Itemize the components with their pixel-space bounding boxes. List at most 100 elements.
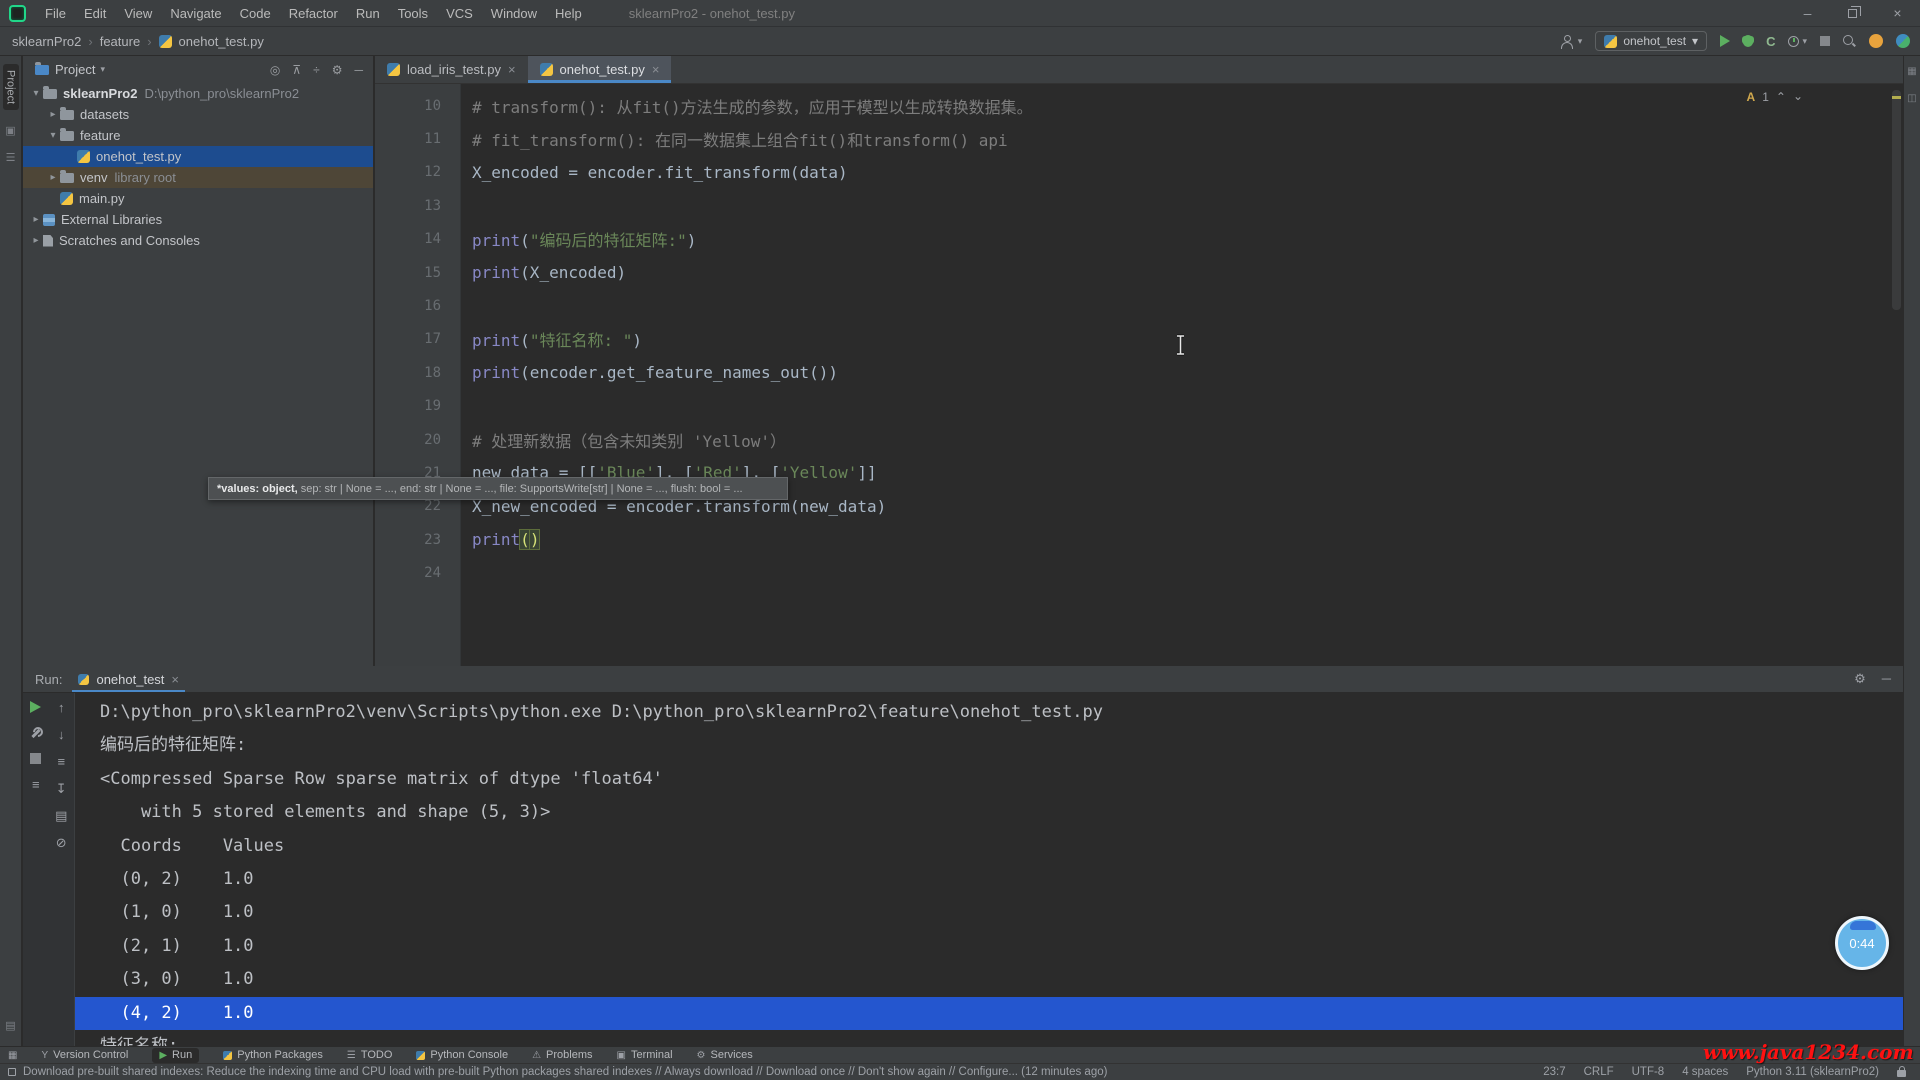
gear-icon[interactable]: ⚙ xyxy=(332,63,343,77)
locate-file-icon[interactable]: ◎ xyxy=(270,63,280,77)
menu-view[interactable]: View xyxy=(115,6,161,21)
tree-item-sklearnpro2[interactable]: ▾sklearnPro2D:\python_pro\sklearnPro2 xyxy=(23,83,373,104)
editor-tab-onehot-test-py[interactable]: onehot_test.py× xyxy=(528,56,672,83)
tree-chevron-icon[interactable]: ▸ xyxy=(29,214,43,225)
console-line[interactable]: 编码后的特征矩阵: xyxy=(75,729,1903,762)
console-line[interactable]: <Compressed Sparse Row sparse matrix of … xyxy=(75,763,1903,796)
modify-run-configuration-icon[interactable] xyxy=(30,727,42,739)
down-stack-icon[interactable]: ↓ xyxy=(58,728,65,741)
tool-window-button-services[interactable]: ⚙Services xyxy=(697,1049,753,1061)
tree-item-onehot-test-py[interactable]: onehot_test.py xyxy=(23,146,373,167)
next-inspection-icon[interactable]: ⌄ xyxy=(1793,89,1803,103)
console-line[interactable]: D:\python_pro\sklearnPro2\venv\Scripts\p… xyxy=(75,696,1903,729)
tree-item-feature[interactable]: ▾feature xyxy=(23,125,373,146)
tree-chevron-icon[interactable]: ▸ xyxy=(46,172,60,183)
tree-chevron-icon[interactable]: ▸ xyxy=(29,235,43,246)
clear-console-icon[interactable]: ⊘ xyxy=(56,836,67,849)
encoding-widget[interactable]: UTF-8 xyxy=(1632,1066,1665,1078)
plugin-teal-icon[interactable] xyxy=(1896,34,1910,48)
tree-chevron-icon[interactable]: ▾ xyxy=(29,88,43,99)
structure-tool-icon[interactable]: ☰ xyxy=(6,151,16,164)
menu-window[interactable]: Window xyxy=(482,6,546,21)
line-separator-widget[interactable]: CRLF xyxy=(1584,1066,1614,1078)
more-options-icon[interactable]: ≡ xyxy=(32,778,40,791)
menu-file[interactable]: File xyxy=(36,6,75,21)
tool-window-button-version-control[interactable]: YVersion Control xyxy=(41,1049,128,1061)
console-line[interactable]: 特征名称: xyxy=(75,1030,1903,1046)
lock-icon[interactable] xyxy=(1897,1070,1906,1077)
close-icon[interactable]: × xyxy=(652,62,660,77)
prev-inspection-icon[interactable]: ⌃ xyxy=(1776,90,1786,104)
run-button[interactable] xyxy=(1720,35,1730,47)
tool-window-button-run[interactable]: ▶Run xyxy=(152,1048,199,1063)
code-editor[interactable]: 10# transform(): 从fit()方法生成的参数，应用于模型以生成转… xyxy=(375,84,1885,590)
search-everywhere-button[interactable] xyxy=(1843,35,1856,48)
run-console-output[interactable]: D:\python_pro\sklearnPro2\venv\Scripts\p… xyxy=(75,693,1903,1046)
coverage-button[interactable]: C xyxy=(1766,34,1775,49)
editor-scrollbar[interactable] xyxy=(1892,90,1901,310)
interpreter-widget[interactable]: Python 3.11 (sklearnPro2) xyxy=(1746,1066,1879,1078)
breadcrumb-item[interactable]: feature xyxy=(100,34,140,49)
tree-chevron-icon[interactable]: ▾ xyxy=(46,130,60,141)
recording-timer-badge[interactable]: 0:44 xyxy=(1835,916,1889,970)
console-line[interactable]: (2, 1) 1.0 xyxy=(75,930,1903,963)
breadcrumb-item[interactable]: onehot_test.py xyxy=(179,34,264,49)
hide-panel-icon[interactable]: ─ xyxy=(1882,671,1891,687)
tool-window-button-problems[interactable]: ⚠Problems xyxy=(532,1049,592,1061)
inspections-widget[interactable]: A 1 ⌃ ⌄ xyxy=(1747,90,1803,104)
tree-item-scratches-and-consoles[interactable]: ▸Scratches and Consoles xyxy=(23,230,373,251)
editor-tab-load-iris-test-py[interactable]: load_iris_test.py× xyxy=(375,56,528,83)
breadcrumb-item[interactable]: sklearnPro2 xyxy=(12,34,81,49)
run-tab[interactable]: onehot_test × xyxy=(72,666,185,692)
tool-window-button-python-console[interactable]: Python Console xyxy=(416,1049,508,1061)
run-configuration-selector[interactable]: onehot_test ▾ xyxy=(1595,31,1707,51)
stop-button[interactable] xyxy=(1820,36,1830,46)
notifications-icon[interactable]: ▦ xyxy=(1907,66,1916,77)
restore-button[interactable] xyxy=(1830,0,1875,26)
tool-stripe-project[interactable]: Project xyxy=(3,64,19,110)
menu-run[interactable]: Run xyxy=(347,6,389,21)
console-line[interactable]: (4, 2) 1.0 xyxy=(75,997,1903,1030)
close-icon[interactable]: × xyxy=(508,62,516,77)
project-panel-title[interactable]: Project xyxy=(55,62,95,77)
print-icon[interactable]: ▤ xyxy=(55,809,67,822)
rerun-button[interactable] xyxy=(30,701,41,713)
tree-item-venv[interactable]: ▸venvlibrary root xyxy=(23,167,373,188)
indent-widget[interactable]: 4 spaces xyxy=(1682,1066,1728,1078)
profile-menu[interactable]: ▾ xyxy=(1560,35,1583,48)
menu-navigate[interactable]: Navigate xyxy=(161,6,230,21)
tree-item-external-libraries[interactable]: ▸External Libraries xyxy=(23,209,373,230)
plugin-orange-icon[interactable] xyxy=(1869,34,1883,48)
gear-icon[interactable]: ⚙ xyxy=(1854,671,1866,687)
menu-tools[interactable]: Tools xyxy=(389,6,437,21)
tool-window-button-python-packages[interactable]: Python Packages xyxy=(223,1049,323,1061)
soft-wrap-icon[interactable]: ≡ xyxy=(57,755,65,768)
tool-window-button-terminal[interactable]: ▣Terminal xyxy=(617,1049,673,1061)
close-button[interactable]: × xyxy=(1875,0,1920,26)
status-message[interactable]: Download pre-built shared indexes: Reduc… xyxy=(8,1066,1107,1078)
database-tool-icon[interactable]: ◫ xyxy=(1907,93,1916,104)
tool-windows-icon[interactable]: ▦ xyxy=(8,1050,17,1061)
console-line[interactable]: (1, 0) 1.0 xyxy=(75,896,1903,929)
tree-item-datasets[interactable]: ▸datasets xyxy=(23,104,373,125)
console-line[interactable]: (3, 0) 1.0 xyxy=(75,963,1903,996)
bookmarks-tool-icon[interactable]: ▤ xyxy=(5,1019,15,1032)
menu-vcs[interactable]: VCS xyxy=(437,6,482,21)
minimize-button[interactable]: – xyxy=(1785,0,1830,26)
console-line[interactable]: Coords Values xyxy=(75,830,1903,863)
collapse-all-icon[interactable]: ÷ xyxy=(313,63,320,77)
scroll-to-end-icon[interactable]: ↧ xyxy=(56,782,67,795)
stop-process-button[interactable] xyxy=(30,753,41,764)
debug-button[interactable] xyxy=(1743,35,1753,47)
commit-tool-icon[interactable]: ▣ xyxy=(5,124,15,137)
menu-refactor[interactable]: Refactor xyxy=(280,6,347,21)
caret-position-widget[interactable]: 23:7 xyxy=(1543,1066,1565,1078)
close-icon[interactable]: × xyxy=(171,672,179,687)
expand-all-icon[interactable]: ⊼ xyxy=(292,63,301,77)
tool-window-button-todo[interactable]: ☰TODO xyxy=(347,1049,393,1061)
profiler-button[interactable]: ▾ xyxy=(1788,36,1807,47)
menu-help[interactable]: Help xyxy=(546,6,591,21)
hide-panel-icon[interactable]: ─ xyxy=(354,63,363,77)
menu-code[interactable]: Code xyxy=(231,6,280,21)
console-line[interactable]: (0, 2) 1.0 xyxy=(75,863,1903,896)
